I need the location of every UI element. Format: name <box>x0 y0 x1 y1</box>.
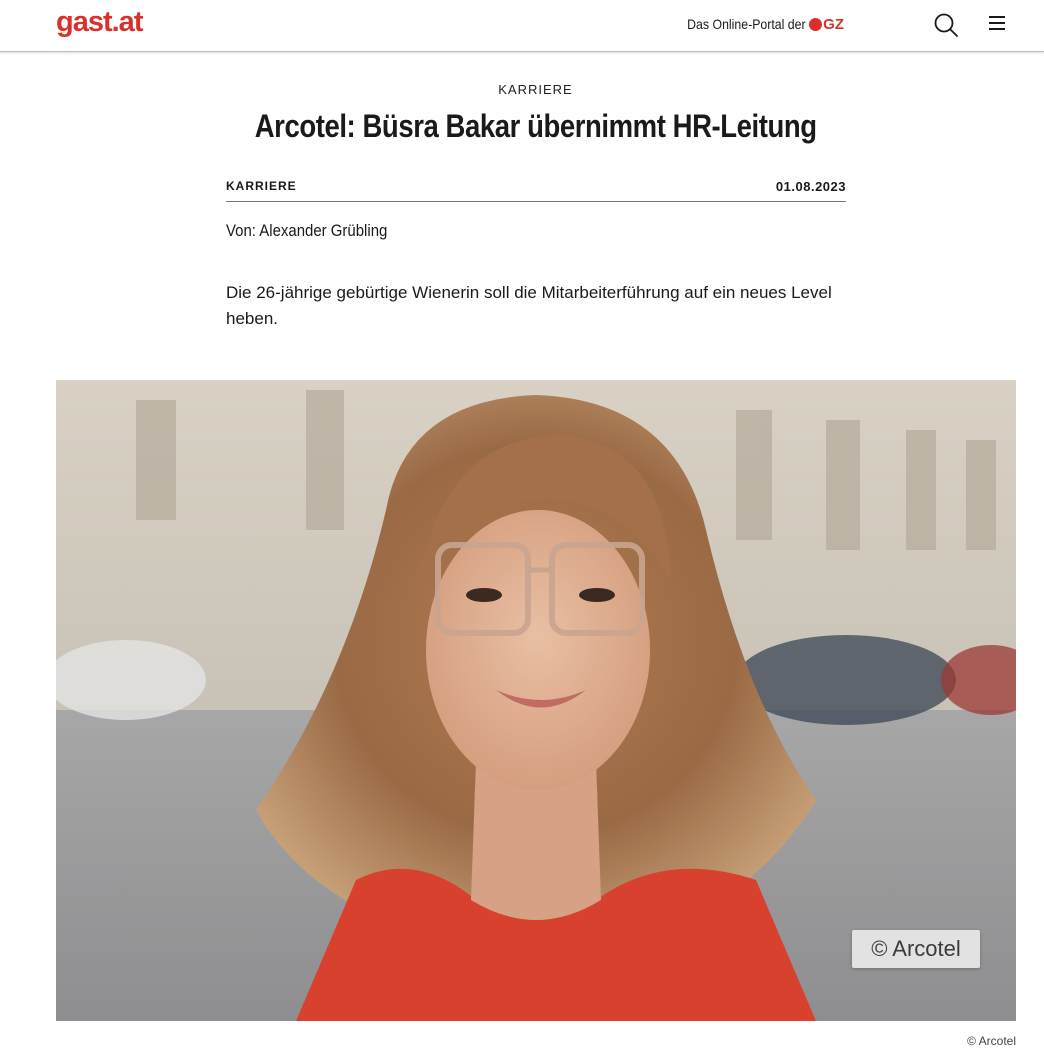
article-photo <box>56 380 1016 1021</box>
portal-tagline[interactable]: Das Online-Portal der GZ <box>671 14 844 34</box>
gz-dot-icon <box>809 17 823 31</box>
gz-brand-text: GZ <box>823 15 844 33</box>
hamburger-menu-icon <box>989 16 1009 30</box>
portal-text: Das Online-Portal der <box>686 16 806 32</box>
article-lead: Die 26-jährige gebürtige Wienerin soll d… <box>226 283 832 328</box>
article-kicker: KARRIERE <box>498 82 573 97</box>
article-headline: Arcotel: Büsra Bakar übernimmt HR-Leitun… <box>0 108 1044 145</box>
search-icon <box>934 13 958 37</box>
site-logo[interactable]: gast.at <box>56 6 143 39</box>
site-header: gast.at Das Online-Portal der GZ <box>0 0 1044 52</box>
publish-date: 01.08.2023 <box>775 179 846 194</box>
portrait-illustration <box>56 380 1016 1021</box>
gz-brand-logo: GZ <box>809 16 844 33</box>
author-text: Von: Alexander Grübling <box>226 221 388 240</box>
image-credit: © Arcotel <box>967 1034 1016 1048</box>
search-button[interactable] <box>933 12 959 38</box>
hamburger-menu-button[interactable] <box>989 16 1009 34</box>
category-link[interactable]: KARRIERE <box>226 179 297 193</box>
article-meta: KARRIERE 01.08.2023 <box>226 178 846 202</box>
image-copyright-badge: © Arcotel <box>852 930 980 968</box>
author-line: Von: Alexander Grübling <box>226 221 409 241</box>
headline-text: Arcotel: Büsra Bakar übernimmt HR-Leitun… <box>254 108 817 144</box>
